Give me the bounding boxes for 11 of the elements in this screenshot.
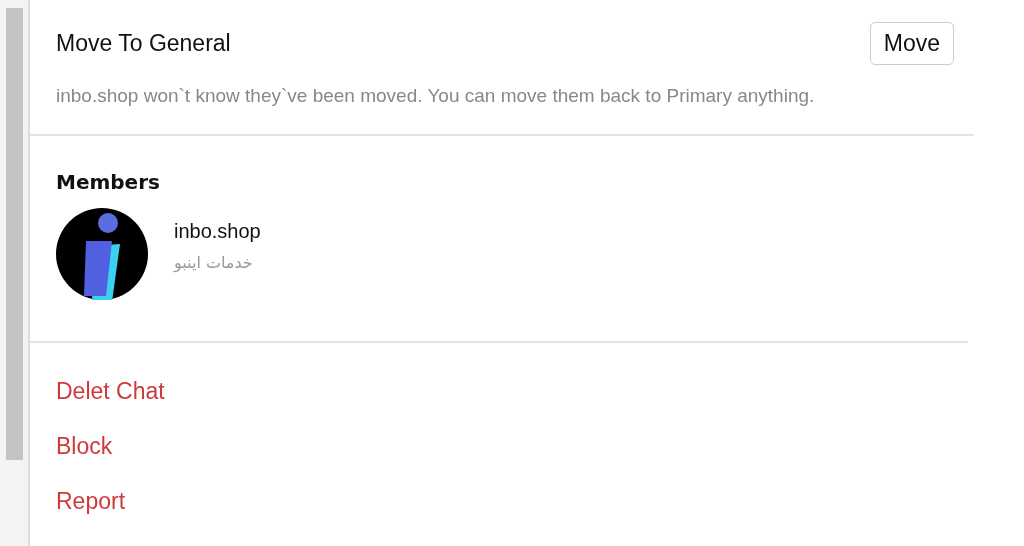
move-button[interactable]: Move [869,22,954,65]
members-heading: Members [56,170,161,194]
section-title: Move To General [56,30,231,57]
action-link[interactable]: Report [56,487,126,515]
scrollbar-thumb[interactable] [6,8,23,460]
action-link[interactable]: Delet Chat [56,377,165,405]
member-subtitle: خدمات اینبو [174,253,253,272]
description-text: inbo.shop won`t know they`ve been moved. You can move them back to Primary anything. [56,85,816,107]
avatar-icon[interactable] [56,208,148,300]
action-link[interactable]: Block [56,432,113,460]
member-name: inbo.shop [174,220,261,243]
